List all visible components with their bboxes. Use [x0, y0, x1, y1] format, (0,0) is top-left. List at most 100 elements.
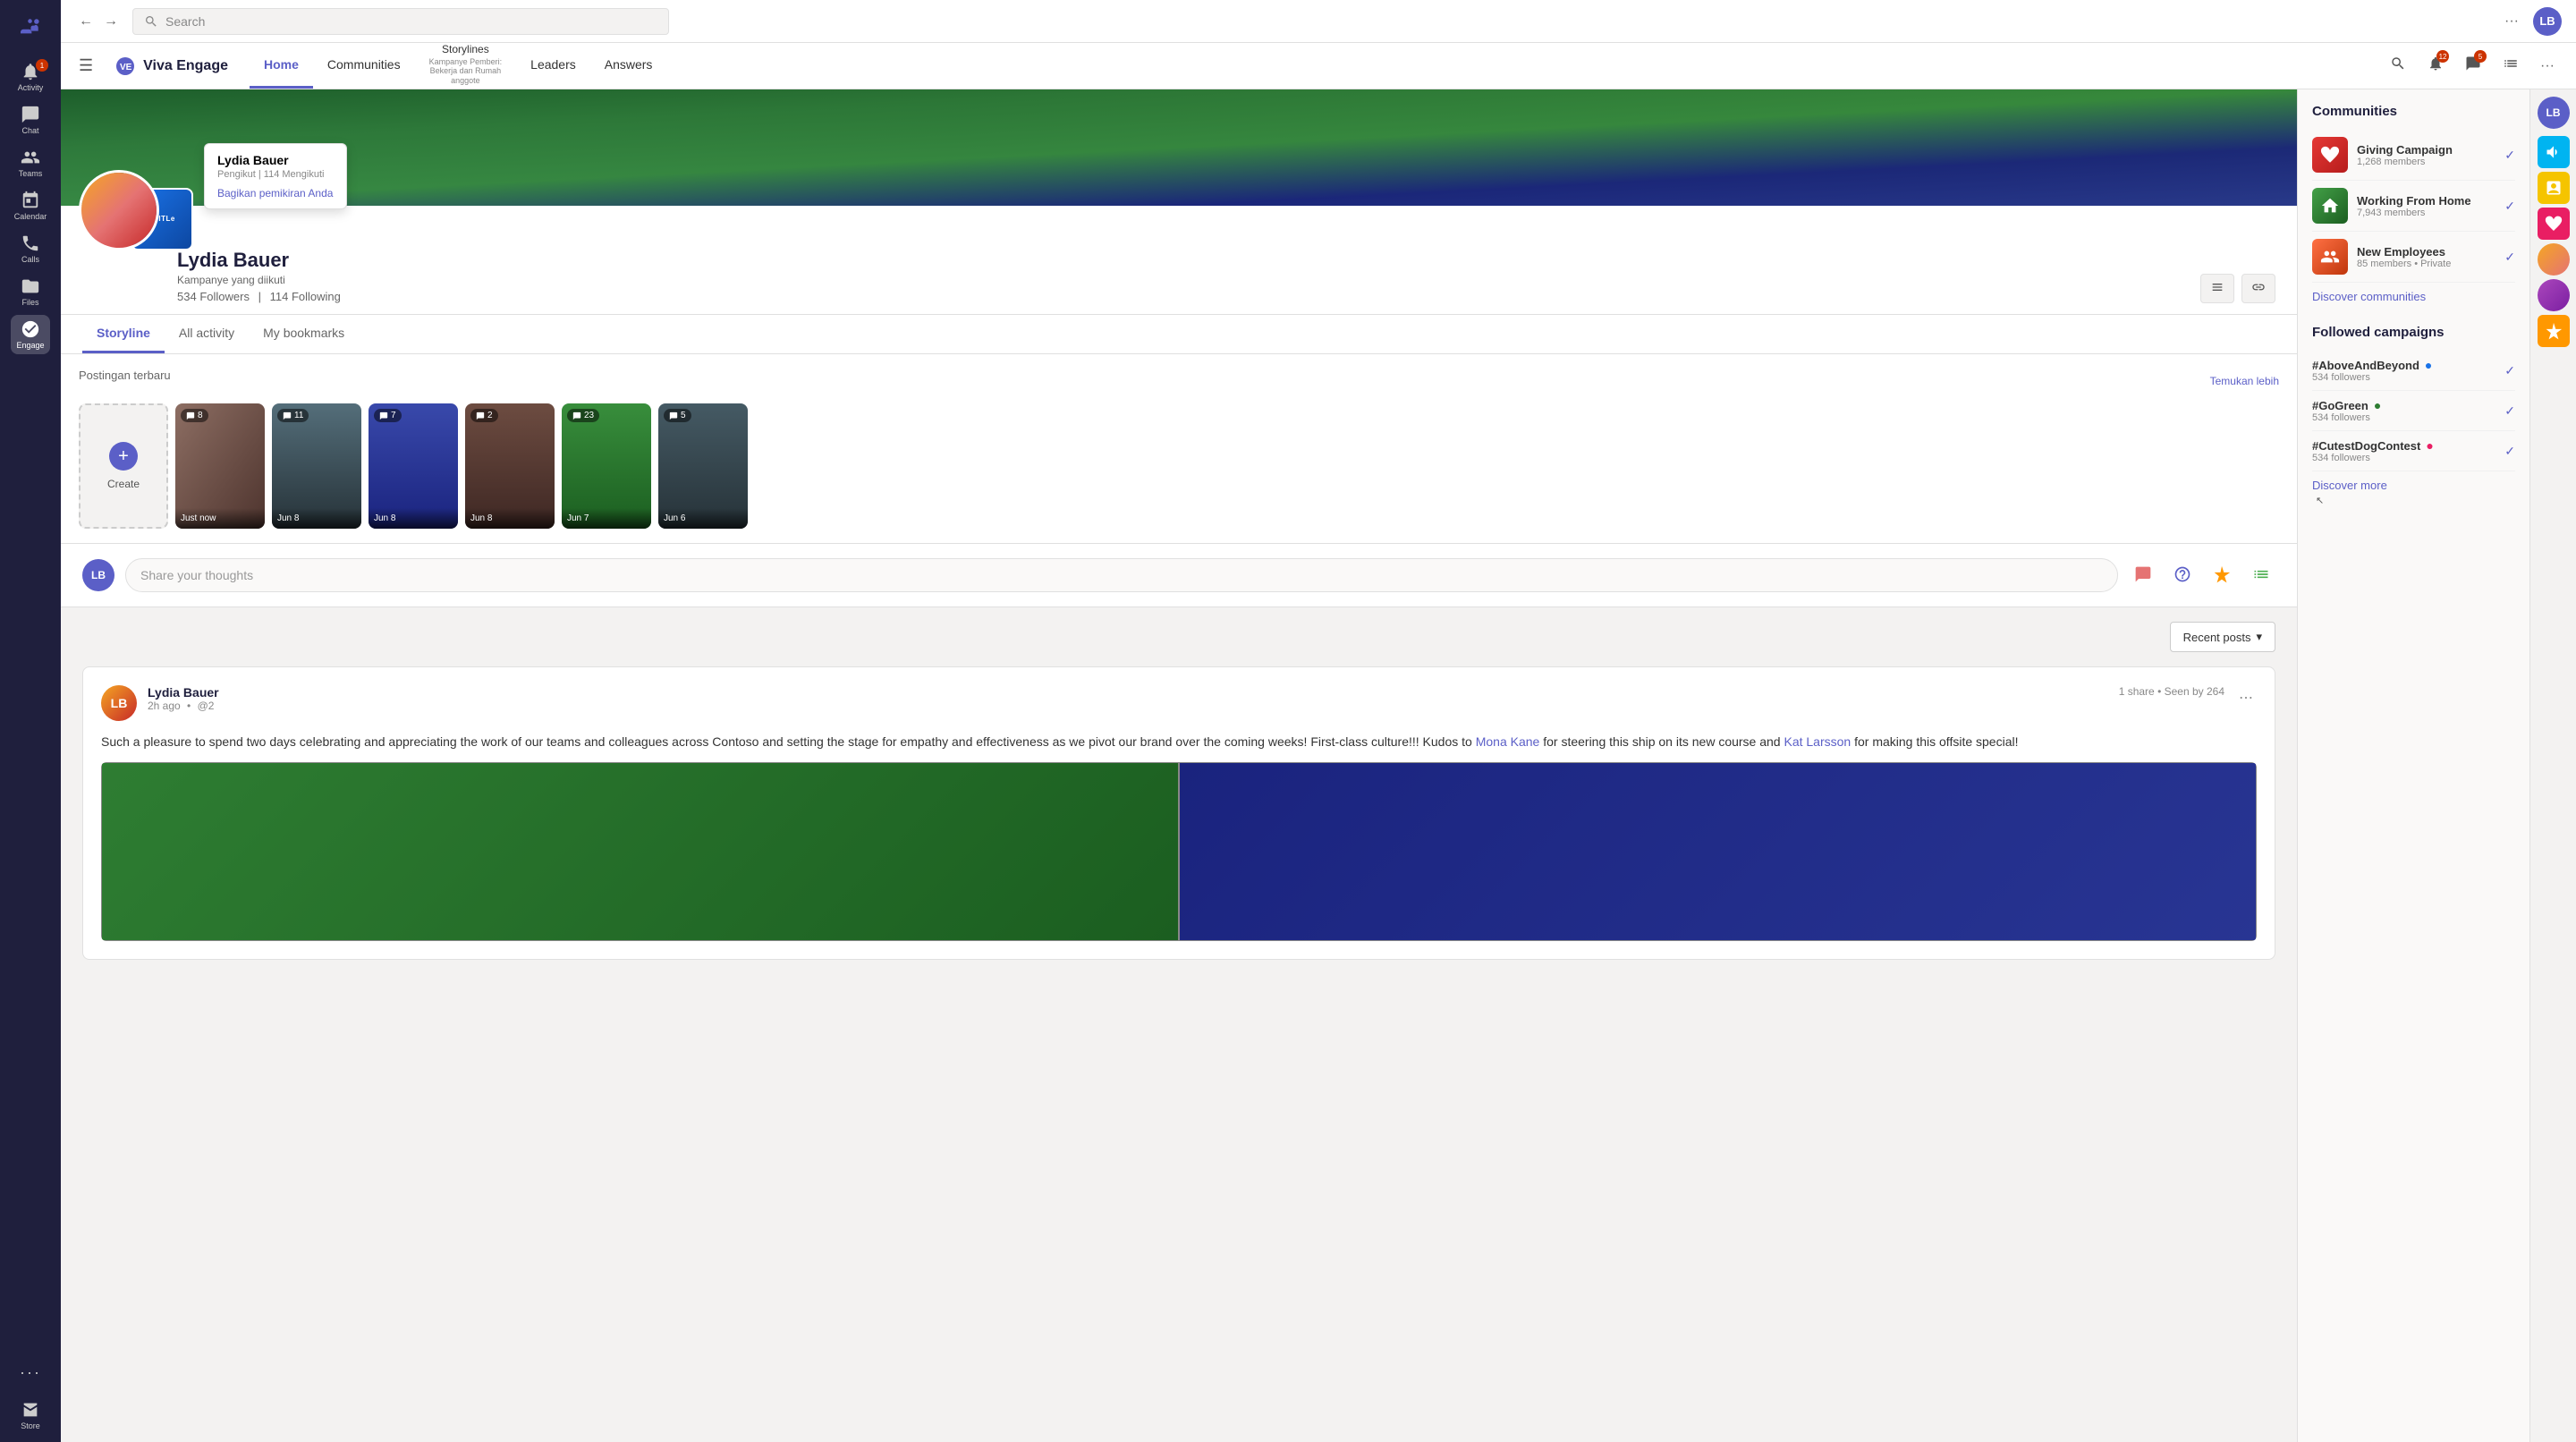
sidebar-item-engage[interactable]: Engage	[11, 315, 50, 354]
posts-header: Recent posts ▾	[82, 622, 2275, 652]
teams-logo	[11, 7, 50, 47]
hamburger-button[interactable]: ☰	[79, 56, 93, 75]
post-image	[101, 762, 2257, 941]
new-employees-check: ✓	[2504, 250, 2515, 265]
posts-section: Recent posts ▾ LB Lydia Bauer 2h ago •	[61, 607, 2297, 988]
user-avatar[interactable]: LB	[2533, 7, 2562, 36]
story-item-2[interactable]: 11 Jun 8	[272, 403, 361, 529]
far-right-avatar[interactable]: LB	[2538, 97, 2570, 129]
sidebar-item-teams[interactable]: Teams	[11, 143, 50, 182]
far-right-icon-4[interactable]	[2538, 315, 2570, 347]
new-employees-name: New Employees	[2357, 245, 2451, 259]
header-more-button[interactable]: ···	[2537, 55, 2558, 78]
compose-poll-button[interactable]	[2129, 560, 2157, 591]
header-chart-button[interactable]	[2499, 52, 2522, 80]
header-notification-button[interactable]: 12	[2424, 52, 2447, 80]
communities-title: Communities	[2312, 104, 2515, 119]
far-right-icon-1[interactable]	[2538, 136, 2570, 168]
community-new-employees: New Employees 85 members • Private ✓	[2312, 232, 2515, 283]
campaign-2-hashtag: #GoGreen	[2312, 399, 2368, 412]
story-item-1[interactable]: 8 Just now	[175, 403, 265, 529]
nav-forward-button[interactable]: →	[100, 10, 122, 33]
campaign-1-followers: 534 followers	[2312, 372, 2497, 383]
link-button[interactable]	[2241, 274, 2275, 303]
nav-back-button[interactable]: ←	[75, 10, 97, 33]
campaign-2-check: ✓	[2504, 403, 2515, 419]
nav-leaders[interactable]: Leaders	[516, 43, 590, 89]
nav-answers[interactable]: Answers	[590, 43, 667, 89]
teams-sidebar: Activity Chat Teams Calendar Calls Files…	[0, 0, 61, 1442]
nav-communities[interactable]: Communities	[313, 43, 415, 89]
campaign-3-verified: ●	[2426, 438, 2433, 453]
sidebar-item-chat[interactable]: Chat	[11, 100, 50, 140]
nav-home[interactable]: Home	[250, 43, 313, 89]
compose-list-button[interactable]	[2247, 560, 2275, 591]
viva-header-right: 12 5 ···	[2386, 52, 2558, 80]
story-5-comments: 23	[567, 409, 599, 422]
campaign-3-hashtag: #CutestDogContest	[2312, 439, 2420, 453]
find-more-link[interactable]: Temukan lebih	[2210, 375, 2279, 387]
tab-all-activity[interactable]: All activity	[165, 315, 249, 353]
story-item-5[interactable]: 23 Jun 7	[562, 403, 651, 529]
card-view-button[interactable]	[2200, 274, 2234, 303]
far-right-photo-2[interactable]	[2538, 279, 2570, 311]
campaign-cutest-dog: #CutestDogContest ● 534 followers ✓	[2312, 431, 2515, 471]
post-text: Such a pleasure to spend two days celebr…	[101, 732, 2257, 751]
viva-engage-logo: VE Viva Engage	[114, 55, 228, 77]
post-link-kat[interactable]: Kat Larsson	[1784, 734, 1851, 749]
communities-section: Communities Giving Campaign 1,268 member…	[2312, 104, 2515, 303]
sidebar-item-activity[interactable]: Activity	[11, 57, 50, 97]
post-time: 2h ago • @2	[148, 700, 2108, 712]
wfh-avatar	[2312, 188, 2348, 224]
top-bar-right: ··· LB	[2501, 7, 2562, 36]
campaign-above-beyond: #AboveAndBeyond ● 534 followers ✓	[2312, 351, 2515, 391]
story-2-comments: 11	[277, 409, 309, 422]
compose-input[interactable]: Share your thoughts	[125, 558, 2118, 592]
share-thoughts-link[interactable]: Bagikan pemikiran Anda	[217, 187, 334, 199]
compose-avatar: LB	[82, 559, 114, 591]
story-row-title: Postingan terbaru	[79, 369, 171, 382]
discover-more-link[interactable]: Discover more	[2312, 479, 2515, 492]
tab-storyline[interactable]: Storyline	[82, 315, 165, 353]
recent-posts-button[interactable]: Recent posts ▾	[2170, 622, 2275, 652]
story-item-6[interactable]: 5 Jun 6	[658, 403, 748, 529]
story-item-4[interactable]: 2 Jun 8	[465, 403, 555, 529]
wfh-check: ✓	[2504, 199, 2515, 214]
story-item-3[interactable]: 7 Jun 8	[369, 403, 458, 529]
profile-info-row: Lydia Bauer Kampanye yang diikuti 534 Fo…	[61, 206, 2297, 315]
profile-tooltip: Lydia Bauer Pengikut | 114 Mengikuti Bag…	[204, 143, 347, 209]
far-right-photo-1[interactable]	[2538, 243, 2570, 276]
compose-question-button[interactable]	[2168, 560, 2197, 591]
post-card: LB Lydia Bauer 2h ago • @2 1 share • See…	[82, 666, 2275, 960]
sidebar-item-files[interactable]: Files	[11, 272, 50, 311]
tab-my-bookmarks[interactable]: My bookmarks	[249, 315, 359, 353]
giving-campaign-name: Giving Campaign	[2357, 143, 2453, 157]
sidebar-item-more[interactable]: ···	[11, 1353, 50, 1392]
far-right-icon-3[interactable]	[2538, 208, 2570, 240]
post-more-button[interactable]: ⋯	[2235, 685, 2257, 710]
create-story-button[interactable]: +	[109, 442, 138, 471]
header-search-button[interactable]	[2386, 52, 2410, 80]
cursor-indicator: ↖	[2316, 495, 2324, 506]
giving-campaign-meta: 1,268 members	[2357, 157, 2453, 167]
compose-kudos-button[interactable]	[2207, 560, 2236, 591]
header-message-button[interactable]: 5	[2462, 52, 2485, 80]
sidebar-item-calendar[interactable]: Calendar	[11, 186, 50, 225]
more-options-button[interactable]: ···	[2501, 10, 2522, 33]
nav-arrows: ← →	[75, 10, 122, 33]
create-story-item[interactable]: + Create	[79, 403, 168, 529]
campaign-go-green: #GoGreen ● 534 followers ✓	[2312, 391, 2515, 431]
profile-avatar	[79, 170, 159, 250]
profile-actions	[2200, 274, 2275, 303]
campaign-2-followers: 534 followers	[2312, 412, 2497, 423]
story-6-comments: 5	[664, 409, 691, 422]
campaign-1-hashtag: #AboveAndBeyond	[2312, 359, 2419, 372]
campaign-3-followers: 534 followers	[2312, 453, 2497, 463]
new-employees-meta: 85 members • Private	[2357, 259, 2451, 269]
sidebar-item-calls[interactable]: Calls	[11, 229, 50, 268]
sidebar-item-store[interactable]: Store	[11, 1395, 50, 1435]
profile-name: Lydia Bauer	[177, 249, 2186, 272]
discover-communities-link[interactable]: Discover communities	[2312, 290, 2515, 303]
post-link-mona[interactable]: Mona Kane	[1476, 734, 1540, 749]
far-right-icon-2[interactable]	[2538, 172, 2570, 204]
